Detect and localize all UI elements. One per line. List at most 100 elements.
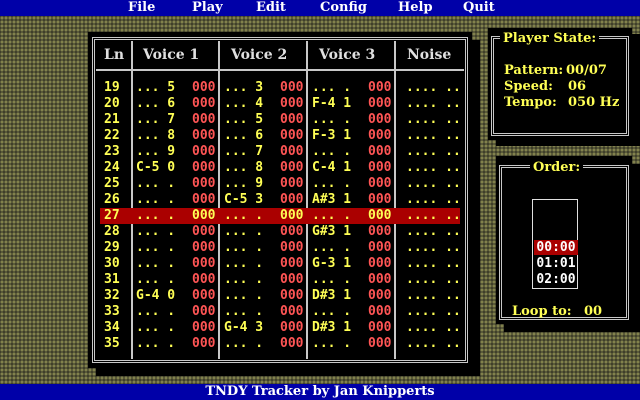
noise-cell[interactable]: .... .. (406, 256, 461, 272)
noise-cell[interactable]: .... .. (406, 80, 461, 96)
voice1-note[interactable]: ... . (136, 336, 175, 352)
menu-config[interactable]: Config (320, 0, 367, 16)
voice3-note[interactable]: G-3 1 (312, 256, 351, 272)
noise-cell[interactable]: .... .. (406, 336, 461, 352)
voice2-effect[interactable]: 000 (280, 176, 303, 192)
voice2-note[interactable]: ... 8 (224, 160, 263, 176)
voice2-effect[interactable]: 000 (280, 144, 303, 160)
header-voice2[interactable]: Voice 2 (231, 45, 287, 65)
voice3-effect[interactable]: 000 (368, 256, 391, 272)
noise-cell[interactable]: .... .. (406, 304, 461, 320)
voice1-note[interactable]: ... . (136, 208, 175, 224)
header-noise[interactable]: Noise (407, 45, 451, 65)
voice3-effect[interactable]: 000 (368, 224, 391, 240)
voice3-note[interactable]: D#3 1 (312, 288, 351, 304)
voice2-note[interactable]: ... . (224, 208, 263, 224)
voice3-effect[interactable]: 000 (368, 192, 391, 208)
voice1-note[interactable]: ... 6 (136, 96, 175, 112)
voice2-note[interactable]: ... 7 (224, 144, 263, 160)
voice3-note[interactable]: D#3 1 (312, 320, 351, 336)
voice1-note[interactable]: ... 9 (136, 144, 175, 160)
voice2-effect[interactable]: 000 (280, 224, 303, 240)
voice3-note[interactable]: G#3 1 (312, 224, 351, 240)
voice1-effect[interactable]: 000 (192, 240, 215, 256)
voice2-note[interactable]: ... . (224, 304, 263, 320)
noise-cell[interactable]: .... .. (406, 160, 461, 176)
voice1-note[interactable]: ... . (136, 320, 175, 336)
voice3-effect[interactable]: 000 (368, 80, 391, 96)
voice1-effect[interactable]: 000 (192, 304, 215, 320)
voice3-effect[interactable]: 000 (368, 272, 391, 288)
noise-cell[interactable]: .... .. (406, 112, 461, 128)
voice3-note[interactable]: F-4 1 (312, 96, 351, 112)
noise-cell[interactable]: .... .. (406, 144, 461, 160)
voice3-note[interactable]: F-3 1 (312, 128, 351, 144)
voice2-effect[interactable]: 000 (280, 160, 303, 176)
pattern-row[interactable]: 20 ... 6 000 ... 4 000 F-4 1 000 .... .. (100, 96, 461, 112)
menu-edit[interactable]: Edit (256, 0, 286, 16)
menu-file[interactable]: File (128, 0, 155, 16)
voice3-effect[interactable]: 000 (368, 144, 391, 160)
pattern-row[interactable]: 23 ... 9 000 ... 7 000 ... . 000 .... .. (100, 144, 461, 160)
noise-cell[interactable]: .... .. (406, 224, 461, 240)
voice2-note[interactable]: ... . (224, 272, 263, 288)
voice3-effect[interactable]: 000 (368, 336, 391, 352)
voice2-effect[interactable]: 000 (280, 256, 303, 272)
noise-cell[interactable]: .... .. (406, 240, 461, 256)
order-entry[interactable]: 02:00 (534, 272, 578, 287)
voice3-note[interactable]: ... . (312, 240, 351, 256)
voice3-effect[interactable]: 000 (368, 208, 391, 224)
voice2-effect[interactable]: 000 (280, 80, 303, 96)
pattern-row[interactable]: 33 ... . 000 ... . 000 ... . 000 .... .. (100, 304, 461, 320)
noise-cell[interactable]: .... .. (406, 208, 461, 224)
pattern-row[interactable]: 28 ... . 000 ... . 000 G#3 1 000 .... .. (100, 224, 461, 240)
voice1-note[interactable]: G-4 0 (136, 288, 175, 304)
noise-cell[interactable]: .... .. (406, 272, 461, 288)
pattern-row[interactable]: 35 ... . 000 ... . 000 ... . 000 .... .. (100, 336, 461, 352)
pattern-row[interactable]: 22 ... 8 000 ... 6 000 F-3 1 000 .... .. (100, 128, 461, 144)
voice3-effect[interactable]: 000 (368, 320, 391, 336)
noise-cell[interactable]: .... .. (406, 96, 461, 112)
voice3-note[interactable]: A#3 1 (312, 192, 351, 208)
pattern-row[interactable]: 31 ... . 000 ... . 000 ... . 000 .... .. (100, 272, 461, 288)
voice1-effect[interactable]: 000 (192, 176, 215, 192)
voice1-effect[interactable]: 000 (192, 288, 215, 304)
voice1-effect[interactable]: 000 (192, 192, 215, 208)
voice3-note[interactable]: ... . (312, 304, 351, 320)
voice3-effect[interactable]: 000 (368, 96, 391, 112)
voice2-effect[interactable]: 000 (280, 96, 303, 112)
voice1-note[interactable]: ... . (136, 192, 175, 208)
order-entry[interactable]: 00:00 (534, 240, 578, 255)
menu-play[interactable]: Play (192, 0, 223, 16)
voice2-effect[interactable]: 000 (280, 208, 303, 224)
voice2-note[interactable]: ... . (224, 224, 263, 240)
voice3-effect[interactable]: 000 (368, 304, 391, 320)
voice3-note[interactable]: ... . (312, 208, 351, 224)
voice1-note[interactable]: ... . (136, 240, 175, 256)
voice2-effect[interactable]: 000 (280, 336, 303, 352)
voice3-effect[interactable]: 000 (368, 288, 391, 304)
voice1-note[interactable]: ... . (136, 224, 175, 240)
voice2-note[interactable]: ... 3 (224, 80, 263, 96)
header-voice3[interactable]: Voice 3 (319, 45, 375, 65)
voice3-note[interactable]: ... . (312, 272, 351, 288)
loop-value[interactable]: 00 (584, 304, 602, 319)
menu-help[interactable]: Help (398, 0, 433, 16)
voice1-note[interactable]: ... 7 (136, 112, 175, 128)
voice1-note[interactable]: C-5 0 (136, 160, 175, 176)
voice3-note[interactable]: ... . (312, 336, 351, 352)
voice3-note[interactable]: ... . (312, 144, 351, 160)
voice3-note[interactable]: ... . (312, 80, 351, 96)
pattern-row[interactable]: 25 ... . 000 ... 9 000 ... . 000 .... .. (100, 176, 461, 192)
voice1-effect[interactable]: 000 (192, 208, 215, 224)
voice3-note[interactable]: ... . (312, 112, 351, 128)
noise-cell[interactable]: .... .. (406, 128, 461, 144)
pattern-row[interactable]: 30 ... . 000 ... . 000 G-3 1 000 .... .. (100, 256, 461, 272)
voice2-effect[interactable]: 000 (280, 320, 303, 336)
noise-cell[interactable]: .... .. (406, 192, 461, 208)
voice1-note[interactable]: ... . (136, 176, 175, 192)
voice3-effect[interactable]: 000 (368, 240, 391, 256)
voice2-note[interactable]: G-4 3 (224, 320, 263, 336)
voice2-effect[interactable]: 000 (280, 240, 303, 256)
voice3-note[interactable]: ... . (312, 176, 351, 192)
